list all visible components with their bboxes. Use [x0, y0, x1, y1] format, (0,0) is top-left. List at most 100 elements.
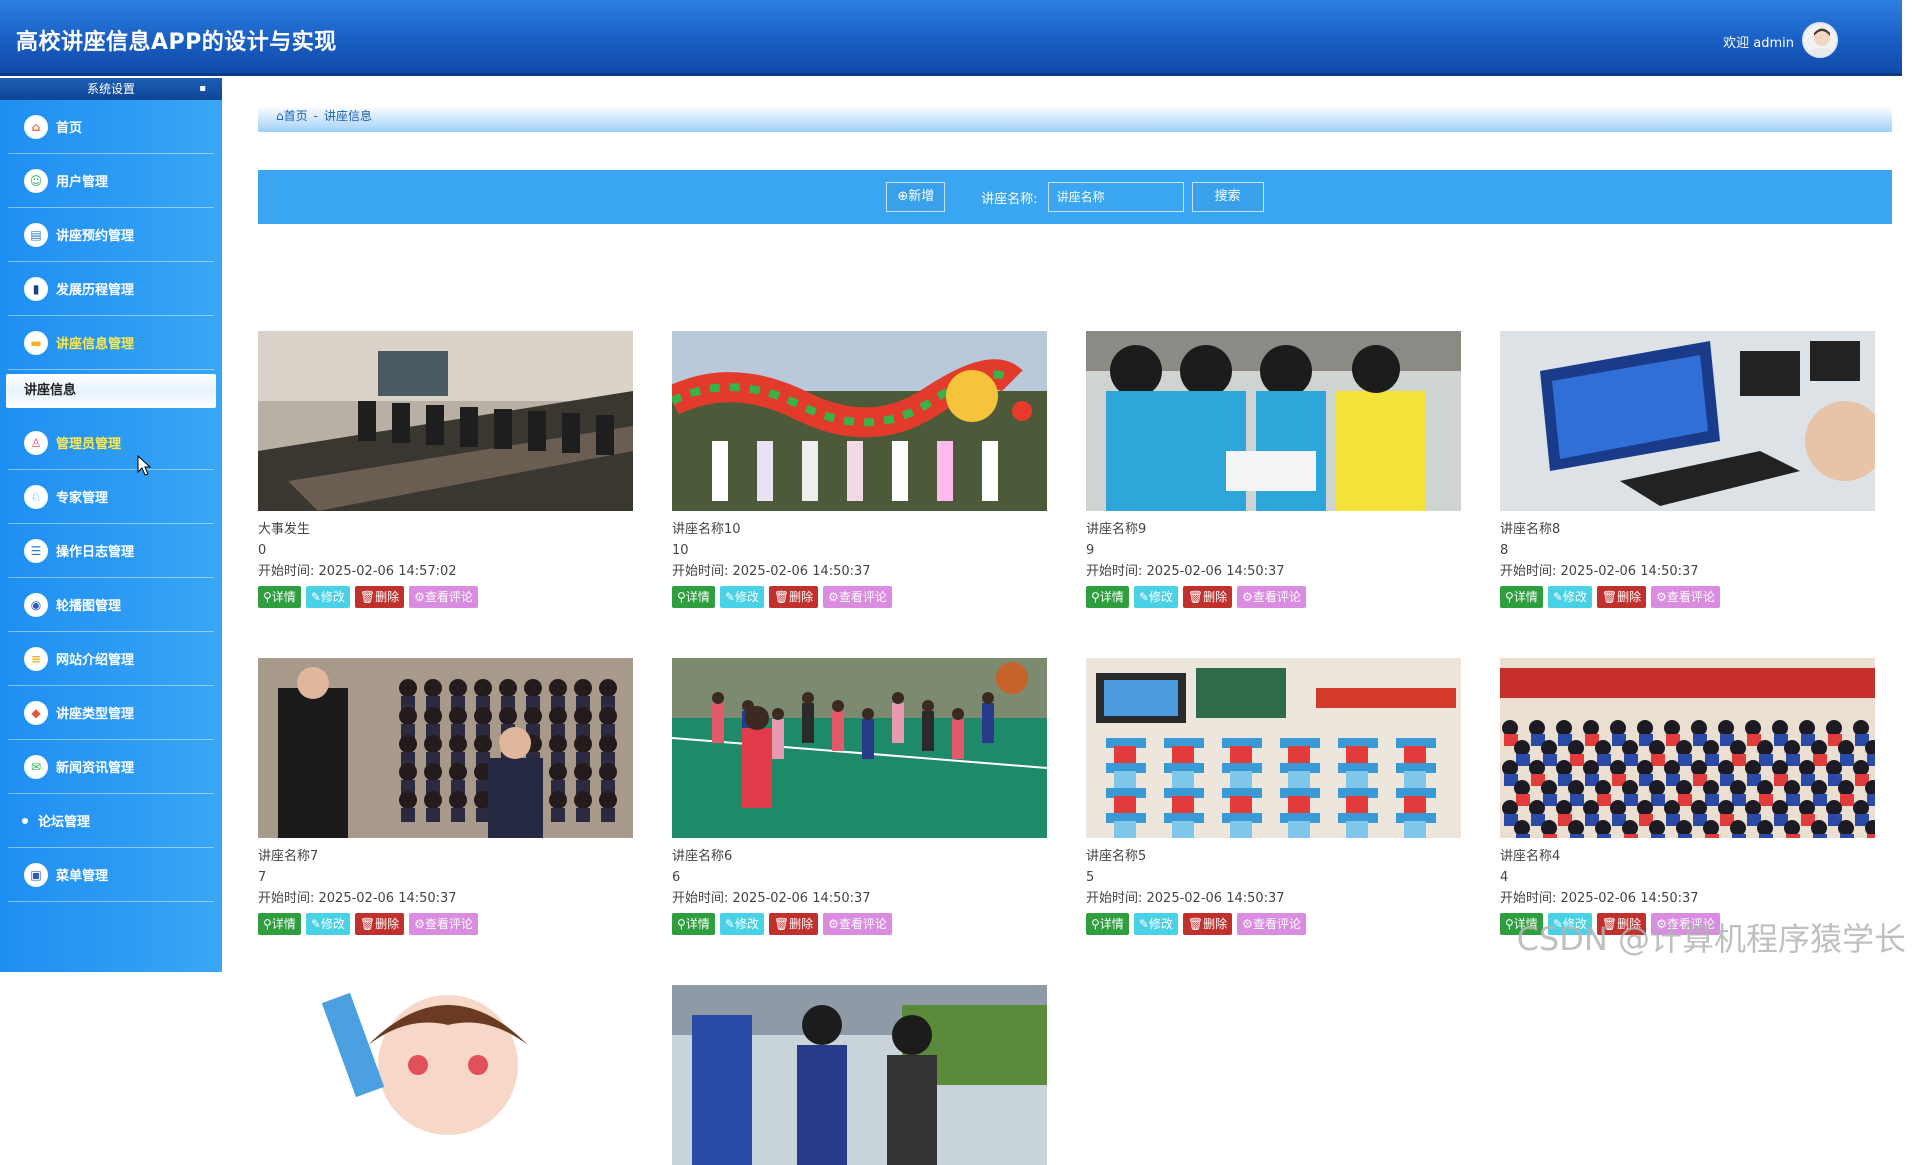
sidebar-item-11[interactable]: ✉新闻资讯管理	[8, 740, 214, 794]
sidebar-section-title[interactable]: 系统设置 ▪	[0, 78, 222, 100]
search-input[interactable]	[1048, 182, 1184, 212]
detail-button[interactable]: ⚲详情	[1500, 586, 1543, 608]
edit-button[interactable]: ✎修改	[720, 913, 764, 935]
detail-button[interactable]: ⚲详情	[1086, 586, 1129, 608]
sidebar-item-label: 轮播图管理	[56, 595, 121, 614]
review-label: 查看评论	[1253, 590, 1301, 604]
sidebar-item-12[interactable]: 论坛管理	[8, 794, 214, 848]
sidebar-section-label: 系统设置	[87, 82, 135, 96]
home-icon: ⌂	[24, 115, 48, 139]
delete-button[interactable]: 🗑删除	[769, 586, 818, 608]
sidebar-item-9[interactable]: ≡网站介绍管理	[8, 632, 214, 686]
sidebar-item-10[interactable]: ◆讲座类型管理	[8, 686, 214, 740]
expert-icon: ♘	[24, 485, 48, 509]
sidebar-item-13[interactable]: ▣菜单管理	[8, 848, 214, 902]
lecture-image[interactable]	[672, 331, 1047, 511]
sidebar-item-2[interactable]: ▤讲座预约管理	[8, 208, 214, 262]
pencil-icon: ✎	[1139, 917, 1149, 931]
user-icon: ☺	[24, 169, 48, 193]
sidebar-item-3[interactable]: ▮发展历程管理	[8, 262, 214, 316]
sidebar-item-1[interactable]: ☺用户管理	[8, 154, 214, 208]
delete-button[interactable]: 🗑删除	[355, 586, 404, 608]
card-actions: ⚲详情 ✎修改 🗑删除 ⚙查看评论	[258, 586, 633, 608]
edit-button[interactable]: ✎修改	[306, 913, 350, 935]
add-button[interactable]: ⊕新增	[886, 182, 945, 212]
lecture-image[interactable]	[258, 985, 633, 1165]
view-comments-button[interactable]: ⚙查看评论	[823, 586, 892, 608]
sidebar-item-label: 发展历程管理	[56, 279, 134, 298]
welcome-text: 欢迎 admin	[1723, 32, 1794, 51]
search-button[interactable]: 搜索	[1192, 182, 1264, 212]
mouse-cursor-icon	[138, 456, 152, 478]
log-icon: ☰	[24, 539, 48, 563]
breadcrumb-home[interactable]: 首页	[284, 109, 308, 123]
lecture-image[interactable]	[1086, 658, 1461, 838]
detail-button[interactable]: ⚲详情	[258, 586, 301, 608]
sidebar-item-5[interactable]: ♙管理员管理	[8, 416, 214, 470]
view-comments-button[interactable]: ⚙查看评论	[1651, 586, 1720, 608]
avatar[interactable]	[1802, 22, 1838, 58]
lecture-image[interactable]	[258, 658, 633, 838]
lecture-name: 讲座名称7	[258, 846, 633, 867]
detail-button[interactable]: ⚲详情	[672, 913, 715, 935]
delete-button[interactable]: 🗑删除	[355, 913, 404, 935]
view-comments-button[interactable]: ⚙查看评论	[1237, 586, 1306, 608]
view-comments-button[interactable]: ⚙查看评论	[409, 913, 478, 935]
sidebar-item-label: 菜单管理	[56, 865, 108, 884]
sidebar-item-8[interactable]: ◉轮播图管理	[8, 578, 214, 632]
edit-button[interactable]: ✎修改	[720, 586, 764, 608]
card-actions: ⚲详情 ✎修改 🗑删除 ⚙查看评论	[672, 913, 1047, 935]
edit-button[interactable]: ✎修改	[1134, 586, 1178, 608]
lecture-number: 0	[258, 540, 633, 561]
lecture-card: 讲座名称4 4 开始时间: 2025-02-06 14:50:37 ⚲详情 ✎修…	[1500, 658, 1875, 935]
edit-label: 修改	[1149, 917, 1173, 931]
delete-button[interactable]: 🗑删除	[769, 913, 818, 935]
review-label: 查看评论	[1253, 917, 1301, 931]
lecture-image[interactable]	[672, 658, 1047, 838]
collapse-icon[interactable]: ▪	[199, 78, 206, 100]
lecture-start-time: 开始时间: 2025-02-06 14:50:37	[1500, 561, 1875, 582]
lecture-number: 6	[672, 867, 1047, 888]
pencil-icon: ✎	[311, 917, 321, 931]
delete-label: 删除	[789, 917, 813, 931]
lecture-image[interactable]	[1500, 331, 1875, 511]
sidebar-subitem-lecture-info[interactable]: 讲座信息	[6, 374, 216, 408]
search-icon: ⚲	[263, 590, 272, 604]
gear-icon: ⚙	[1242, 917, 1253, 931]
sidebar-item-label: 论坛管理	[38, 811, 90, 830]
edit-button[interactable]: ✎修改	[1548, 586, 1592, 608]
lecture-card: 讲座名称6 6 开始时间: 2025-02-06 14:50:37 ⚲详情 ✎修…	[672, 658, 1047, 935]
card-actions: ⚲详情 ✎修改 🗑删除 ⚙查看评论	[672, 586, 1047, 608]
lecture-image[interactable]	[672, 985, 1047, 1165]
detail-button[interactable]: ⚲详情	[1086, 913, 1129, 935]
pencil-icon: ✎	[725, 590, 735, 604]
lecture-name: 讲座名称10	[672, 519, 1047, 540]
delete-button[interactable]: 🗑删除	[1183, 913, 1232, 935]
user-avatar-icon	[1804, 24, 1838, 58]
lecture-image[interactable]	[1086, 331, 1461, 511]
sidebar-item-label: 讲座类型管理	[56, 703, 134, 722]
detail-button[interactable]: ⚲详情	[672, 586, 715, 608]
card-actions: ⚲详情 ✎修改 🗑删除 ⚙查看评论	[1086, 913, 1461, 935]
delete-button[interactable]: 🗑删除	[1597, 586, 1646, 608]
lecture-image[interactable]	[258, 331, 633, 511]
search-icon: ⚲	[1091, 590, 1100, 604]
detail-button[interactable]: ⚲详情	[258, 913, 301, 935]
edit-label: 修改	[1149, 590, 1173, 604]
sidebar-item-0[interactable]: ⌂首页	[8, 100, 214, 154]
sidebar-item-7[interactable]: ☰操作日志管理	[8, 524, 214, 578]
lecture-card: 讲座名称9 9 开始时间: 2025-02-06 14:50:37 ⚲详情 ✎修…	[1086, 331, 1461, 608]
lecture-name: 讲座名称6	[672, 846, 1047, 867]
lecture-image[interactable]	[1500, 658, 1875, 838]
edit-button[interactable]: ✎修改	[1134, 913, 1178, 935]
view-comments-button[interactable]: ⚙查看评论	[1237, 913, 1306, 935]
sidebar-item-6[interactable]: ♘专家管理	[8, 470, 214, 524]
view-comments-button[interactable]: ⚙查看评论	[409, 586, 478, 608]
sidebar-item-4[interactable]: ▬讲座信息管理	[8, 316, 214, 370]
lecture-name: 讲座名称5	[1086, 846, 1461, 867]
lecture-start-time: 开始时间: 2025-02-06 14:50:37	[1086, 561, 1461, 582]
sidebar-item-label: 新闻资讯管理	[56, 757, 134, 776]
edit-button[interactable]: ✎修改	[306, 586, 350, 608]
view-comments-button[interactable]: ⚙查看评论	[823, 913, 892, 935]
delete-button[interactable]: 🗑删除	[1183, 586, 1232, 608]
